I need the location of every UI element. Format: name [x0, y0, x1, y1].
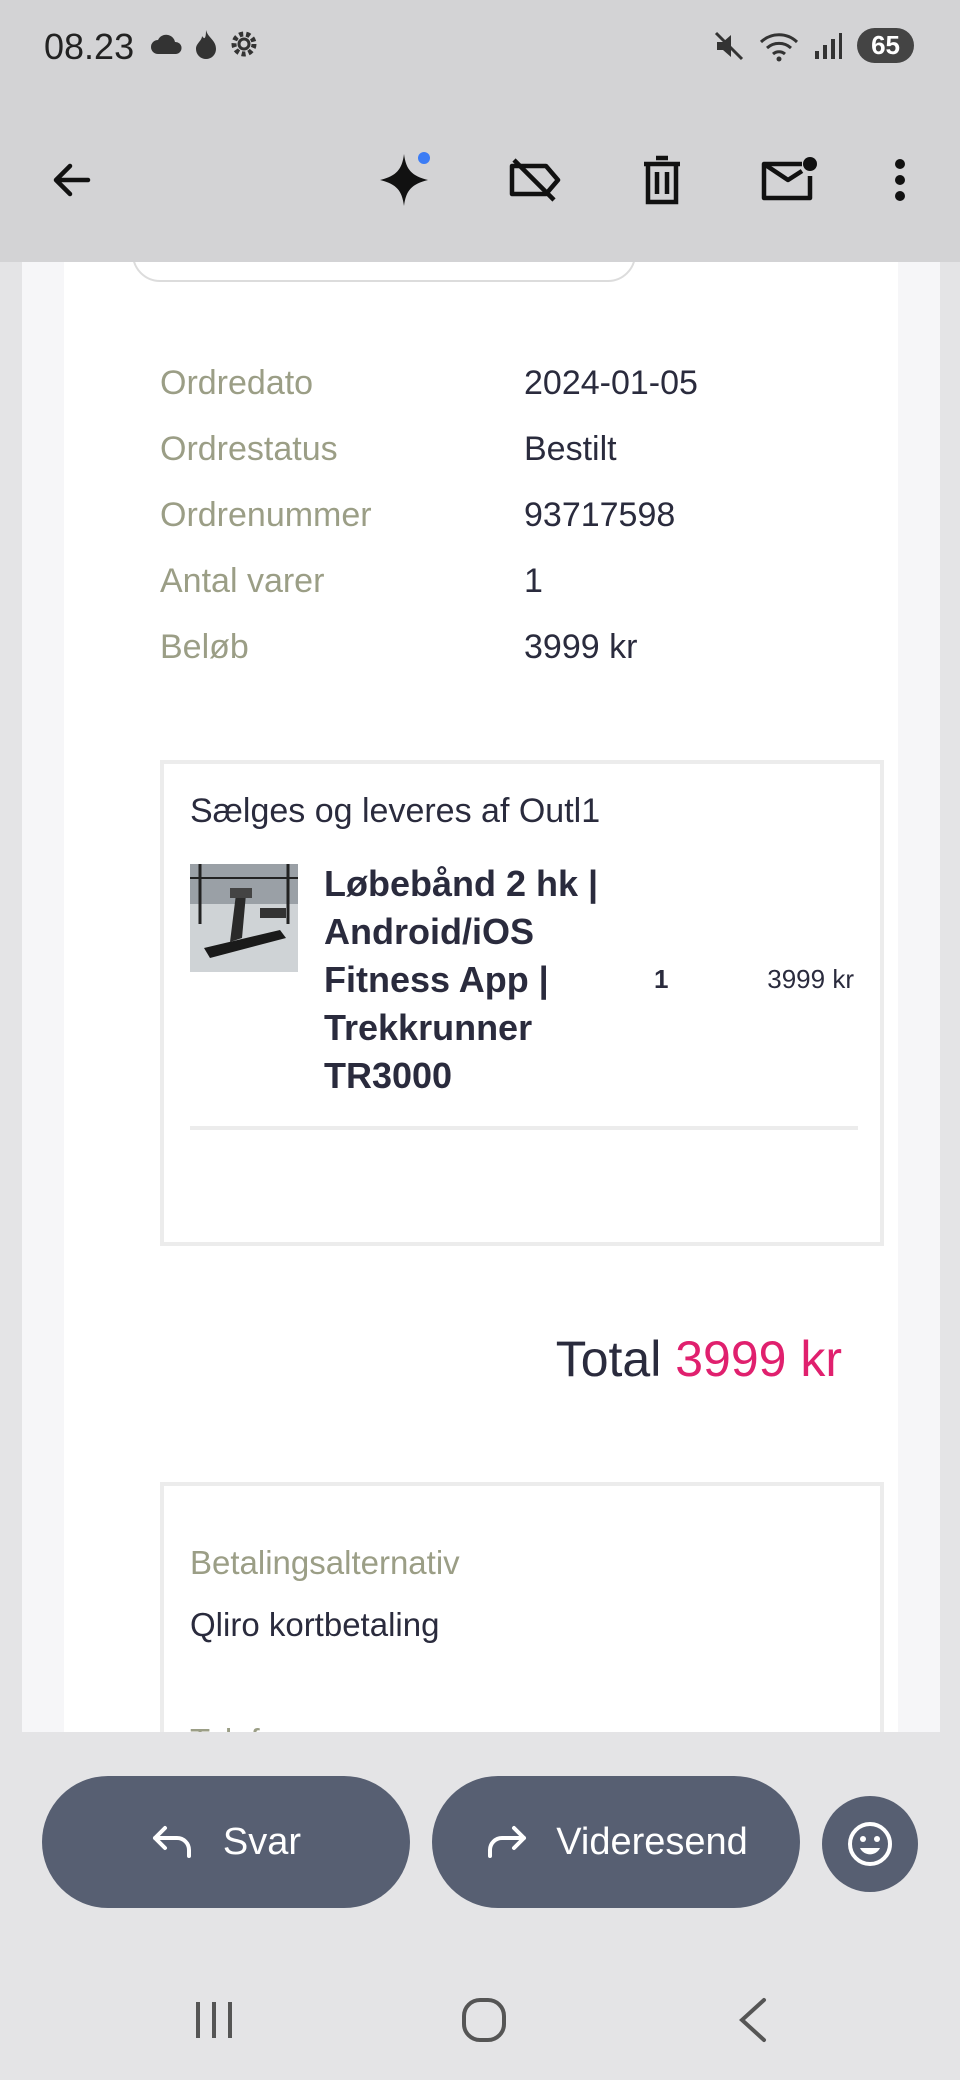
payment-section: Betalingsalternativ Qliro kortbetaling T… — [160, 1482, 884, 1732]
payment-method-value: Qliro kortbetaling — [190, 1606, 440, 1643]
back-arrow-icon — [53, 163, 91, 197]
product-quantity: 1 — [654, 964, 669, 994]
order-total: Total 3999 kr — [556, 1330, 842, 1388]
reply-button[interactable]: Svar — [42, 1776, 410, 1908]
sparkle-icon — [380, 152, 430, 206]
amount-value: 3999 kr — [524, 627, 638, 666]
status-bar: 08.23 65 — [0, 0, 960, 100]
more-options-button[interactable] — [860, 140, 940, 220]
order-info-row: Ordredato 2024-01-05 — [160, 350, 698, 416]
home-button[interactable] — [444, 1990, 524, 2050]
reply-actions-bar: Svar Videresend — [0, 1732, 960, 1912]
order-number-value: 93717598 — [524, 495, 676, 534]
reply-label: Svar — [222, 1820, 302, 1863]
order-info-table: Ordredato 2024-01-05 Ordrestatus Bestilt… — [160, 350, 698, 680]
mark-unread-button[interactable] — [750, 140, 830, 220]
product-name-link[interactable]: Løbebånd 2 hk | Android/iOS Fitness App … — [324, 860, 604, 1100]
signal-icon — [815, 32, 843, 59]
seller-section: Sælges og leveres af Outl1 Løbebånd 2 hk… — [160, 760, 884, 1246]
settings-gear-icon — [231, 31, 257, 57]
divider — [190, 1126, 858, 1130]
reply-icon — [152, 1826, 191, 1858]
home-icon — [462, 1998, 506, 2042]
product-price: 3999 kr — [767, 964, 854, 994]
status-time: 08.23 — [44, 26, 135, 67]
label-off-button[interactable] — [494, 140, 574, 220]
phone-number-label: Telefonnummer — [190, 1722, 417, 1732]
order-status-value: Bestilt — [524, 429, 617, 468]
back-button[interactable] — [32, 140, 112, 220]
wifi-icon — [760, 32, 799, 61]
battery-level: 65 — [857, 28, 914, 63]
delete-button[interactable] — [622, 140, 702, 220]
order-date-value: 2024-01-05 — [524, 363, 698, 402]
total-amount: 3999 kr — [675, 1331, 842, 1387]
mail-unread-icon — [761, 157, 817, 201]
gemini-button[interactable] — [366, 140, 446, 220]
forward-label: Videresend — [556, 1820, 748, 1863]
order-card: Ordredato 2024-01-05 Ordrestatus Bestilt… — [64, 262, 898, 1732]
system-back-button[interactable] — [712, 1990, 792, 2050]
trash-icon — [644, 155, 680, 205]
order-number-label: Ordrenummer — [160, 495, 372, 534]
item-count-label: Antal varer — [160, 561, 325, 600]
emoji-reaction-button[interactable] — [822, 1796, 918, 1892]
more-vert-icon — [895, 159, 905, 201]
email-toolbar — [0, 100, 960, 262]
mute-icon — [715, 31, 744, 60]
seller-title: Sælges og leveres af Outl1 — [190, 792, 601, 830]
button-edge — [132, 262, 636, 282]
chevron-left-icon — [739, 1998, 766, 2042]
email-body[interactable]: Ordredato 2024-01-05 Ordrestatus Bestilt… — [22, 262, 940, 1732]
item-count-value: 1 — [524, 561, 543, 600]
order-status-label: Ordrestatus — [160, 429, 338, 468]
label-off-icon — [509, 158, 561, 202]
amount-label: Beløb — [160, 627, 249, 666]
product-image[interactable] — [190, 864, 298, 972]
system-nav-bar — [0, 1960, 960, 2080]
emoji-icon — [848, 1822, 892, 1866]
total-label: Total — [555, 1331, 662, 1387]
order-info-row: Ordrestatus Bestilt — [160, 416, 698, 482]
payment-method-label: Betalingsalternativ — [190, 1544, 460, 1581]
order-info-row: Antal varer 1 — [160, 548, 698, 614]
order-info-row: Beløb 3999 kr — [160, 614, 698, 680]
recent-apps-icon — [196, 2002, 232, 2038]
order-date-label: Ordredato — [160, 363, 314, 402]
recent-apps-button[interactable] — [174, 1990, 254, 2050]
cloud-icon — [151, 34, 182, 54]
forward-button[interactable]: Videresend — [432, 1776, 800, 1908]
order-info-row: Ordrenummer 93717598 — [160, 482, 698, 548]
treadmill-image — [190, 864, 298, 972]
flame-icon — [196, 30, 216, 59]
forward-icon — [488, 1826, 527, 1858]
